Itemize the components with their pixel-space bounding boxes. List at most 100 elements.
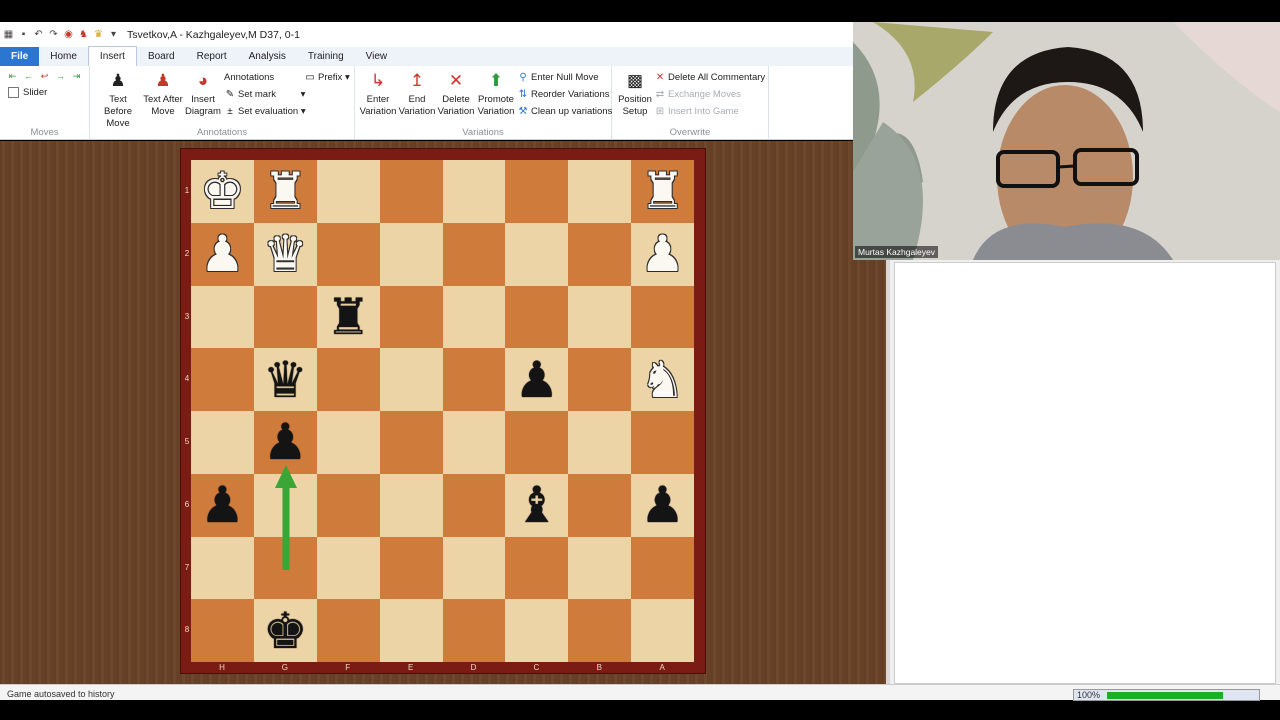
enter-null-move-button[interactable]: ⚲ Enter Null Move — [517, 72, 598, 83]
trophy-icon[interactable]: ♛ — [93, 29, 104, 40]
square-f4[interactable] — [316, 348, 380, 411]
black-king-icon[interactable]: ♚ — [263, 606, 308, 656]
black-pawn-icon[interactable]: ♟ — [514, 355, 559, 405]
clean-up-variations-button[interactable]: ⚒ Clean up variations — [517, 106, 613, 117]
square-a5[interactable] — [631, 411, 694, 474]
square-d1[interactable] — [442, 160, 506, 223]
set-evaluation-button[interactable]: ± Set evaluation ▾ — [224, 106, 305, 117]
zoom-bar[interactable]: 100% — [1073, 689, 1260, 701]
exchange-moves-button[interactable]: ⇄ Exchange Moves — [654, 89, 741, 100]
square-c7[interactable] — [505, 536, 569, 600]
engine-icon[interactable]: ◉ — [63, 29, 74, 40]
tab-file[interactable]: File — [0, 47, 40, 66]
square-h4[interactable] — [191, 348, 254, 411]
app-board-icon[interactable]: ▦ — [3, 29, 14, 40]
black-pawn-icon[interactable]: ♟ — [200, 480, 245, 530]
white-king-icon[interactable]: ♚ — [200, 166, 245, 216]
square-c5[interactable] — [505, 411, 569, 474]
square-a2[interactable]: ♟ — [631, 222, 694, 286]
white-queen-icon[interactable]: ♛ — [263, 229, 308, 279]
square-a1[interactable]: ♜ — [631, 160, 694, 223]
square-c1[interactable] — [505, 160, 569, 223]
qat-dropdown-icon[interactable]: ▾ — [108, 29, 119, 40]
white-knight-icon[interactable]: ♞ — [640, 355, 685, 405]
reorder-variations-button[interactable]: ⇅ Reorder Variations — [517, 89, 610, 100]
square-d8[interactable] — [442, 599, 506, 662]
tab-training[interactable]: Training — [297, 47, 355, 66]
notation-area[interactable] — [894, 262, 1276, 684]
square-f2[interactable] — [316, 222, 380, 286]
square-h8[interactable] — [191, 599, 254, 662]
enter-variation-button[interactable]: ↳ Enter Variation — [358, 70, 398, 118]
square-f5[interactable] — [316, 411, 380, 474]
square-e6[interactable] — [379, 473, 443, 537]
square-h3[interactable] — [191, 285, 254, 349]
redo-icon[interactable]: ↷ — [48, 29, 59, 40]
square-b2[interactable] — [568, 222, 632, 286]
black-pawn-icon[interactable]: ♟ — [263, 417, 308, 467]
white-pawn-icon[interactable]: ♟ — [200, 229, 245, 279]
black-pawn-icon[interactable]: ♟ — [640, 480, 685, 530]
square-c8[interactable] — [505, 599, 569, 662]
tab-board[interactable]: Board — [137, 47, 186, 66]
square-g8[interactable]: ♚ — [253, 599, 317, 662]
square-g1[interactable]: ♜ — [253, 160, 317, 223]
delete-variation-button[interactable]: ✕ Delete Variation — [436, 70, 476, 118]
tab-report[interactable]: Report — [186, 47, 238, 66]
square-g5[interactable]: ♟ — [253, 411, 317, 474]
square-a4[interactable]: ♞ — [631, 348, 694, 411]
end-variation-button[interactable]: ↥ End Variation — [398, 70, 436, 118]
square-d3[interactable] — [442, 285, 506, 349]
square-c3[interactable] — [505, 285, 569, 349]
first-move-icon[interactable]: ⇤ — [6, 71, 19, 81]
black-rook-icon[interactable]: ♜ — [326, 292, 371, 342]
square-e3[interactable] — [379, 285, 443, 349]
tab-analysis[interactable]: Analysis — [238, 47, 297, 66]
prev-move-icon[interactable]: ← — [22, 71, 35, 81]
delete-all-commentary-button[interactable]: ✕ Delete All Commentary — [654, 72, 765, 83]
insert-diagram-button[interactable]: ◕ Insert Diagram — [184, 70, 222, 118]
knight-icon[interactable]: ♞ — [78, 29, 89, 40]
square-b5[interactable] — [568, 411, 632, 474]
square-g2[interactable]: ♛ — [253, 222, 317, 286]
square-g3[interactable] — [253, 285, 317, 349]
white-rook-icon[interactable]: ♜ — [263, 166, 308, 216]
square-h1[interactable]: ♚ — [191, 160, 254, 223]
square-e2[interactable] — [379, 222, 443, 286]
square-c2[interactable] — [505, 222, 569, 286]
square-a8[interactable] — [631, 599, 694, 662]
square-d6[interactable] — [442, 473, 506, 537]
black-queen-icon[interactable]: ♛ — [263, 355, 308, 405]
promote-variation-button[interactable]: ⬆ Promote Variation — [476, 70, 516, 118]
tab-view[interactable]: View — [355, 47, 399, 66]
square-c4[interactable]: ♟ — [505, 348, 569, 411]
square-f1[interactable] — [316, 160, 380, 223]
square-b8[interactable] — [568, 599, 632, 662]
square-e5[interactable] — [379, 411, 443, 474]
square-f7[interactable] — [316, 536, 380, 600]
square-b4[interactable] — [568, 348, 632, 411]
square-h6[interactable]: ♟ — [191, 473, 254, 537]
square-h2[interactable]: ♟ — [191, 222, 254, 286]
square-e8[interactable] — [379, 599, 443, 662]
prefix-button[interactable]: ▭ Prefix ▾ — [304, 72, 349, 83]
square-g4[interactable]: ♛ — [253, 348, 317, 411]
tab-home[interactable]: Home — [39, 47, 88, 66]
set-mark-button[interactable]: ✎ Set mark ▾ — [224, 89, 306, 100]
last-move-icon[interactable]: ⇥ — [70, 71, 83, 81]
white-pawn-icon[interactable]: ♟ — [640, 229, 685, 279]
slider-checkbox[interactable]: Slider — [8, 87, 47, 98]
square-g7[interactable] — [253, 536, 317, 600]
square-f8[interactable] — [316, 599, 380, 662]
square-d5[interactable] — [442, 411, 506, 474]
annotations-button[interactable]: Annotations — [224, 72, 274, 83]
insert-into-game-button[interactable]: ⊞ Insert Into Game — [654, 106, 739, 117]
square-d7[interactable] — [442, 536, 506, 600]
square-a7[interactable] — [631, 536, 694, 600]
square-c6[interactable]: ♝ — [505, 473, 569, 537]
square-d2[interactable] — [442, 222, 506, 286]
text-before-move-button[interactable]: ♟ Text Before Move — [94, 70, 142, 130]
square-a6[interactable]: ♟ — [631, 473, 694, 537]
square-b7[interactable] — [568, 536, 632, 600]
chessboard[interactable]: ♚ ♜ ♜ ♟ ♛ ♟ ♜ ♛ ♟ ♞ ♟ ♟ ♝ ♟ ♚ — [191, 160, 694, 662]
